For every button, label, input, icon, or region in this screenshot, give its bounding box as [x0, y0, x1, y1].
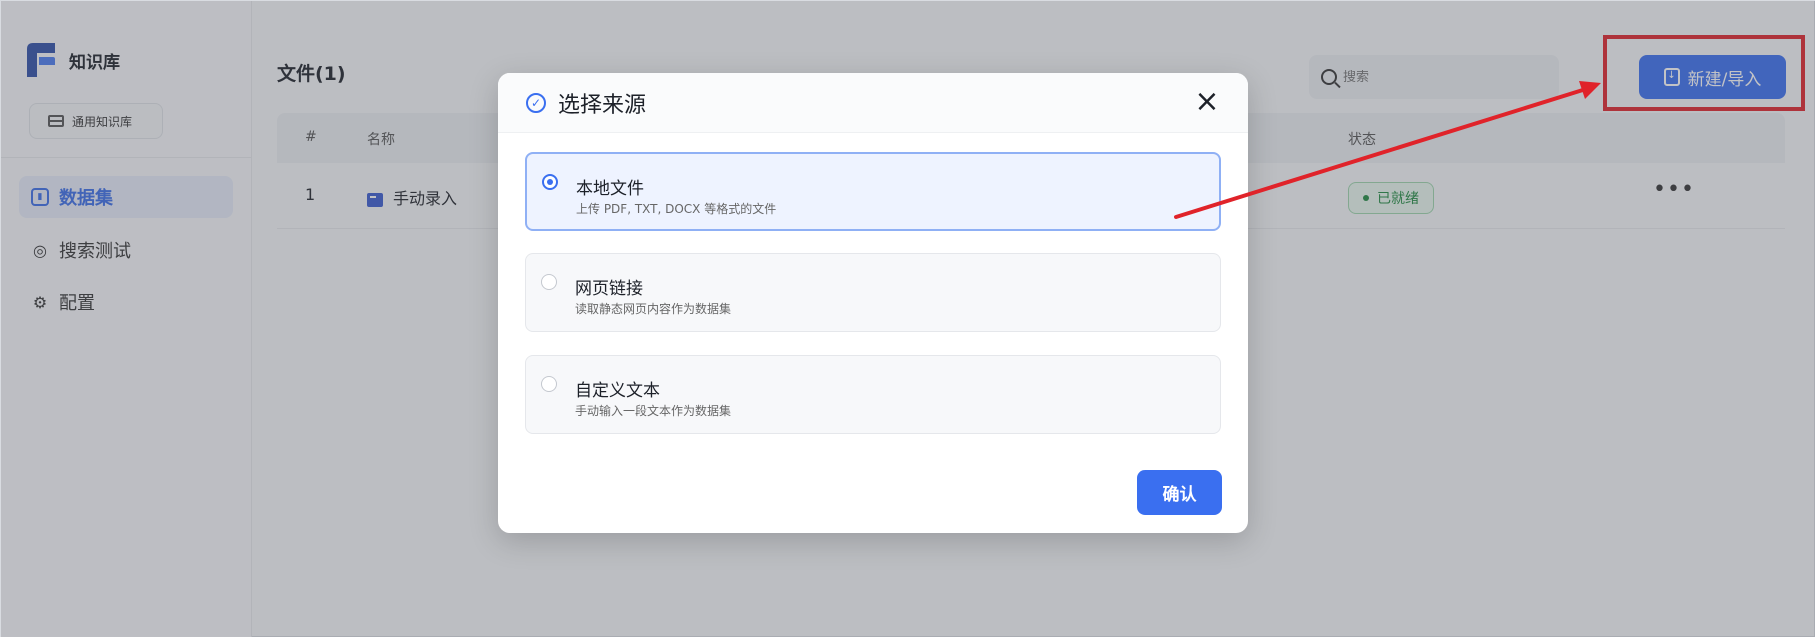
dialog-title: 选择来源 [558, 92, 647, 118]
source-option-web-link[interactable]: 网页链接 读取静态网页内容作为数据集 [525, 253, 1221, 332]
option-title: 网页链接 [575, 279, 643, 299]
option-title: 自定义文本 [575, 381, 660, 401]
source-option-local-file[interactable]: 本地文件 上传 PDF, TXT, DOCX 等格式的文件 [525, 152, 1221, 231]
source-option-custom-text[interactable]: 自定义文本 手动输入一段文本作为数据集 [525, 355, 1221, 434]
close-icon[interactable]: × [1192, 87, 1222, 117]
option-title: 本地文件 [576, 179, 644, 199]
app-window: 知识库 通用知识库 ▮ 数据集 ◎ 搜索测试 ⚙ 配置 文件(1) ↓ 新建/导… [0, 0, 1815, 637]
option-description: 读取静态网页内容作为数据集 [575, 302, 732, 316]
radio-button[interactable] [541, 274, 557, 290]
radio-button[interactable] [541, 376, 557, 392]
option-description: 手动输入一段文本作为数据集 [575, 404, 732, 418]
select-source-dialog: ✓ 选择来源 × 本地文件 上传 PDF, TXT, DOCX 等格式的文件 网… [498, 73, 1248, 533]
dialog-header: ✓ 选择来源 [498, 73, 1248, 133]
option-description: 上传 PDF, TXT, DOCX 等格式的文件 [576, 202, 777, 216]
radio-button[interactable] [542, 174, 558, 190]
confirm-button[interactable]: 确认 [1137, 470, 1222, 515]
check-circle-icon: ✓ [526, 92, 546, 113]
